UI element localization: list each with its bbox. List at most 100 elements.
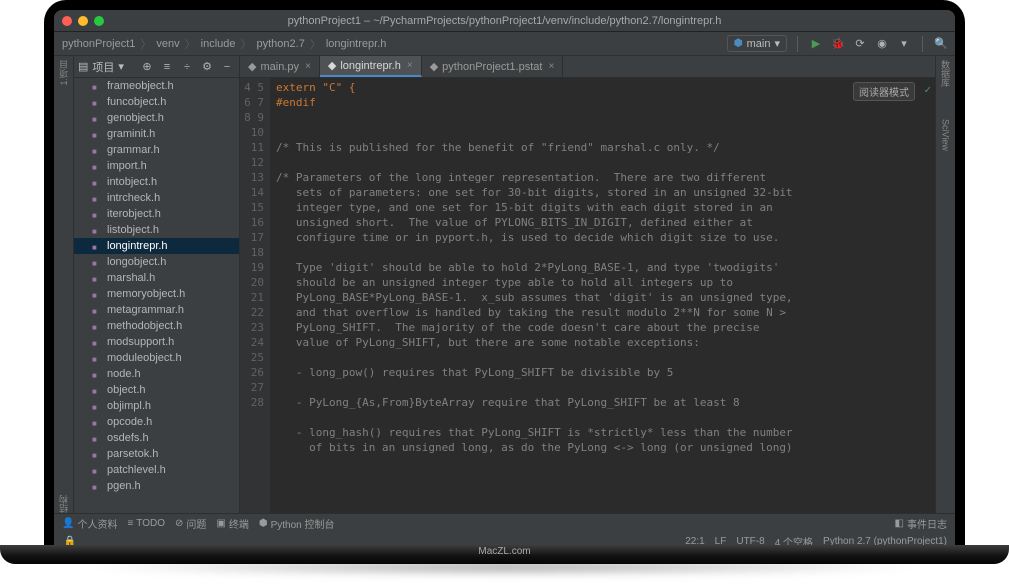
header-file-icon	[92, 305, 103, 316]
editor-area: ◆main.py×◆longintrepr.h×◆pythonProject1.…	[240, 56, 935, 513]
more-run-button[interactable]: ▾	[896, 36, 912, 52]
header-file-icon	[92, 417, 103, 428]
breadcrumb: pythonProject1〉venv〉include〉python2.7〉lo…	[60, 36, 388, 52]
python-icon: ⬢	[734, 38, 743, 49]
tree-item[interactable]: osdefs.h	[74, 430, 239, 446]
profile-button[interactable]: ◉	[874, 36, 890, 52]
chevron-down-icon: ▾	[774, 37, 780, 50]
tree-item-label: memoryobject.h	[107, 288, 185, 300]
settings-button[interactable]: ⚙	[199, 59, 215, 75]
close-tab-button[interactable]: ×	[548, 61, 554, 72]
chevron-down-icon[interactable]: ▾	[118, 60, 124, 73]
file-type-icon: ◆	[248, 60, 256, 73]
tree-item[interactable]: modsupport.h	[74, 334, 239, 350]
tree-item[interactable]: listobject.h	[74, 222, 239, 238]
tree-item[interactable]: pgen.h	[74, 478, 239, 494]
code-content[interactable]: extern "C" { #endif /* This is published…	[270, 78, 935, 513]
header-file-icon	[92, 369, 103, 380]
tree-item-label: intobject.h	[107, 176, 157, 188]
tree-item[interactable]: import.h	[74, 158, 239, 174]
tree-item[interactable]: opcode.h	[74, 414, 239, 430]
navigation-bar: pythonProject1〉venv〉include〉python2.7〉lo…	[54, 32, 955, 56]
tree-item[interactable]: longobject.h	[74, 254, 239, 270]
profile-tool-button[interactable]: 👤 个人资料	[62, 516, 117, 531]
search-everywhere-button[interactable]: 🔍	[933, 36, 949, 52]
tree-item[interactable]: marshal.h	[74, 270, 239, 286]
hide-button[interactable]: −	[219, 59, 235, 75]
tree-item-label: parsetok.h	[107, 448, 158, 460]
tree-item-label: moduleobject.h	[107, 352, 182, 364]
tree-item[interactable]: grammar.h	[74, 142, 239, 158]
tree-item-label: longintrepr.h	[107, 240, 168, 252]
inspection-check-icon[interactable]: ✓	[924, 83, 931, 96]
breadcrumb-segment[interactable]: python2.7	[255, 37, 307, 51]
reader-mode-button[interactable]: 阅读器模式	[853, 82, 915, 101]
tree-item[interactable]: patchlevel.h	[74, 462, 239, 478]
header-file-icon	[92, 193, 103, 204]
breadcrumb-segment[interactable]: venv	[154, 37, 181, 51]
event-log-button[interactable]: ◧ 事件日志	[895, 516, 947, 531]
tree-item[interactable]: iterobject.h	[74, 206, 239, 222]
header-file-icon	[92, 225, 103, 236]
tree-item-label: modsupport.h	[107, 336, 174, 348]
run-configuration-selector[interactable]: ⬢ main ▾	[727, 35, 787, 52]
breadcrumb-segment[interactable]: include	[199, 37, 238, 51]
coverage-button[interactable]: ⟳	[852, 36, 868, 52]
header-file-icon	[92, 321, 103, 332]
tree-item[interactable]: intobject.h	[74, 174, 239, 190]
code-editor[interactable]: 阅读器模式 ✓ 4 5 6 7 8 9 10 11 12 13 14 15 16…	[240, 78, 935, 513]
status-bar: 👤 个人资料 ≡ TODO ⊘ 问题 ▣ 终端 ⬢ Python 控制台 ◧ 事…	[54, 513, 955, 533]
sciview-tool-button[interactable]: SciView	[941, 119, 951, 151]
editor-tab[interactable]: ◆pythonProject1.pstat×	[422, 56, 564, 77]
header-file-icon	[92, 433, 103, 444]
python-console-button[interactable]: ⬢ Python 控制台	[259, 516, 335, 531]
collapse-all-button[interactable]: ÷	[179, 59, 195, 75]
debug-button[interactable]: 🐞	[830, 36, 846, 52]
run-button[interactable]: ▶	[808, 36, 824, 52]
file-type-icon: ◆	[328, 59, 336, 72]
header-file-icon	[92, 145, 103, 156]
todo-tool-button[interactable]: ≡ TODO	[127, 518, 165, 529]
tree-item-label: frameobject.h	[107, 80, 174, 92]
tree-item[interactable]: objimpl.h	[74, 398, 239, 414]
database-tool-button[interactable]: 数据库	[939, 60, 952, 87]
editor-tab[interactable]: ◆longintrepr.h×	[320, 56, 422, 77]
header-file-icon	[92, 289, 103, 300]
right-tool-stripe: 数据库 SciView	[935, 56, 955, 513]
editor-tab[interactable]: ◆ main.py ×	[240, 56, 320, 77]
terminal-tool-button[interactable]: ▣ 终端	[216, 516, 248, 531]
tree-item-label: object.h	[107, 384, 146, 396]
tree-item[interactable]: object.h	[74, 382, 239, 398]
tree-item[interactable]: genobject.h	[74, 110, 239, 126]
expand-all-button[interactable]: ≡	[159, 59, 175, 75]
problems-tool-button[interactable]: ⊘ 问题	[175, 516, 206, 531]
chevron-right-icon: 〉	[185, 36, 196, 52]
run-configuration-label: main	[747, 38, 771, 50]
project-file-tree: frameobject.hfuncobject.hgenobject.hgram…	[74, 78, 239, 513]
tree-item-label: longobject.h	[107, 256, 166, 268]
tree-item[interactable]: moduleobject.h	[74, 350, 239, 366]
tree-item[interactable]: metagrammar.h	[74, 302, 239, 318]
tab-label: main.py	[260, 61, 299, 73]
close-tab-button[interactable]: ×	[407, 60, 413, 71]
tree-item[interactable]: longintrepr.h	[74, 238, 239, 254]
close-tab-button[interactable]: ×	[305, 61, 311, 72]
header-file-icon	[92, 337, 103, 348]
tree-item[interactable]: frameobject.h	[74, 78, 239, 94]
tree-item[interactable]: graminit.h	[74, 126, 239, 142]
breadcrumb-segment[interactable]: pythonProject1	[60, 37, 137, 51]
tree-item-label: osdefs.h	[107, 432, 149, 444]
breadcrumb-segment[interactable]: longintrepr.h	[324, 37, 389, 51]
tree-item-label: grammar.h	[107, 144, 160, 156]
tree-item[interactable]: methodobject.h	[74, 318, 239, 334]
header-file-icon	[92, 209, 103, 220]
tree-item[interactable]: memoryobject.h	[74, 286, 239, 302]
structure-tool-button[interactable]: 结构	[57, 495, 70, 513]
tree-item-label: metagrammar.h	[107, 304, 184, 316]
tree-item[interactable]: node.h	[74, 366, 239, 382]
tree-item[interactable]: funcobject.h	[74, 94, 239, 110]
select-opened-file-button[interactable]: ⊕	[139, 59, 155, 75]
tree-item[interactable]: parsetok.h	[74, 446, 239, 462]
tree-item[interactable]: intrcheck.h	[74, 190, 239, 206]
project-tool-button[interactable]: 1.项目	[57, 60, 70, 86]
